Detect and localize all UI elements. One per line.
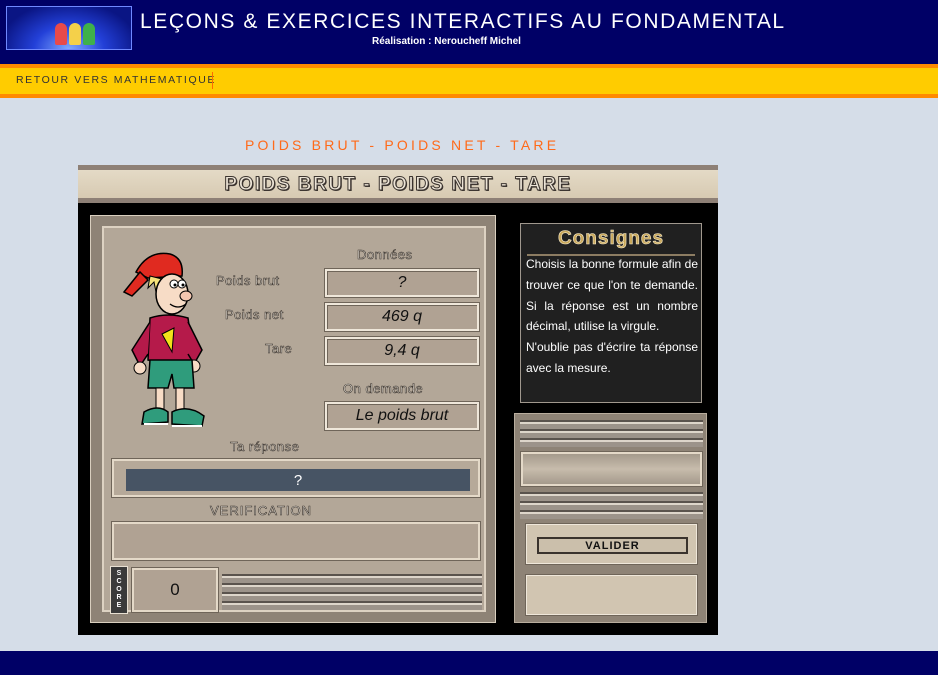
logo-figure <box>55 23 67 45</box>
validate-button-frame: VALIDER <box>525 523 698 565</box>
control-grille-top <box>520 420 703 447</box>
score-tab: S C O R E <box>110 566 128 614</box>
instructions-panel: Consignes Choisis la bonne formule afin … <box>519 222 703 404</box>
nav-separator <box>212 72 213 89</box>
cartoon-boy-illustration <box>122 252 205 427</box>
score-letter: O <box>116 586 122 593</box>
control-panel: VALIDER <box>514 413 707 623</box>
instructions-text: Choisis la bonne formule afin de trouver… <box>526 254 698 379</box>
validate-button[interactable]: VALIDER <box>537 537 688 554</box>
applet-banner: POIDS BRUT - POIDS NET - TARE <box>78 165 718 203</box>
score-letter: E <box>116 602 122 609</box>
score-letter: R <box>116 594 122 601</box>
site-header: LEÇONS & EXERCICES INTERACTIFS AU FONDAM… <box>0 0 938 64</box>
site-subtitle: Réalisation : Neroucheff Michel <box>372 36 521 47</box>
score-letter: S <box>116 570 122 577</box>
verification-label: VERIFICATION <box>210 503 313 519</box>
tare-field: 9,4 q <box>324 336 480 366</box>
score-letter: C <box>116 578 122 585</box>
instructions-title: Consignes <box>521 228 701 256</box>
answer-input[interactable] <box>126 469 470 491</box>
instructions-paragraph: Choisis la bonne formule afin de trouver… <box>526 257 698 334</box>
nav-bar: RETOUR VERS MATHEMATIQUE <box>0 68 938 94</box>
control-grille-bottom <box>520 492 703 519</box>
exercise-panel-inner: Données Poids brut ? Poids net 469 q Tar… <box>102 226 486 614</box>
instructions-paragraph: N'oublie pas d'écrire ta réponse avec la… <box>526 340 698 375</box>
ta-reponse-label: Ta réponse <box>230 439 300 455</box>
back-to-math-link[interactable]: RETOUR VERS MATHEMATIQUE <box>16 74 216 86</box>
exercise-applet: POIDS BRUT - POIDS NET - TARE Données Po… <box>78 165 718 635</box>
nav-bottom-border <box>0 94 938 98</box>
logo-figure <box>69 23 81 45</box>
control-display <box>520 451 703 487</box>
poids-brut-field: ? <box>324 268 480 298</box>
logo-figure <box>83 23 95 45</box>
site-title: LEÇONS & EXERCICES INTERACTIFS AU FONDAM… <box>140 10 786 33</box>
poids-brut-label: Poids brut <box>216 273 280 289</box>
poids-net-label: Poids net <box>225 307 284 323</box>
answer-frame <box>111 458 481 498</box>
on-demande-field: Le poids brut <box>324 401 480 431</box>
on-demande-label: On demande <box>343 381 424 397</box>
verification-box <box>111 521 481 561</box>
poids-net-field: 469 q <box>324 302 480 332</box>
applet-banner-title: POIDS BRUT - POIDS NET - TARE <box>224 174 572 196</box>
exercise-panel: Données Poids brut ? Poids net 469 q Tar… <box>90 215 496 623</box>
site-footer <box>0 651 938 675</box>
score-grille <box>222 574 482 610</box>
donnees-label: Données <box>357 247 413 263</box>
page-title: POIDS BRUT - POIDS NET - TARE <box>245 137 560 153</box>
tare-label: Tare <box>265 341 293 357</box>
score-value: 0 <box>131 567 219 613</box>
feedback-box <box>525 574 698 616</box>
site-logo[interactable] <box>6 6 132 50</box>
